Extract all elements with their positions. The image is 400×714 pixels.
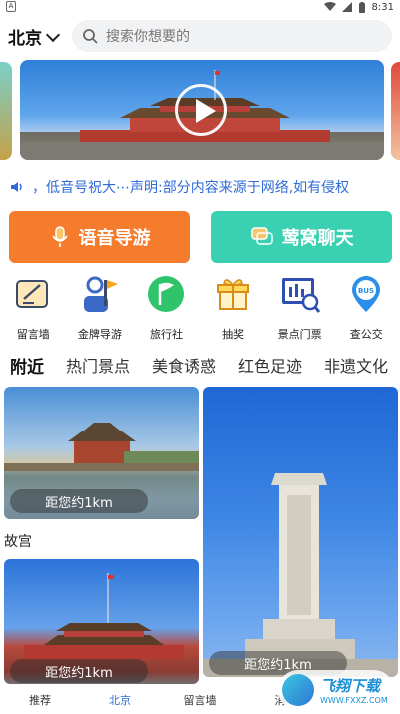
- chat-bubble-icon: [250, 227, 273, 245]
- site-watermark: 飞翔下载 WWW.FXXZ.COM: [278, 670, 394, 710]
- quick-link-label: 抽奖: [222, 328, 245, 341]
- quick-link-tickets[interactable]: 景点门票: [266, 274, 333, 344]
- tab-message-board[interactable]: 留言墙: [160, 692, 240, 708]
- bus-icon: BUS: [346, 274, 386, 314]
- tab-red-tourism[interactable]: 红色足迹: [238, 353, 302, 377]
- watermark-text: 飞翔下载 WWW.FXXZ.COM: [320, 675, 388, 705]
- chat-label: 莺窝聊天: [281, 228, 354, 249]
- search-icon: [83, 29, 98, 44]
- banner-prev-slide[interactable]: [0, 62, 12, 160]
- flag-icon: [146, 274, 186, 314]
- feed-card-title[interactable]: 故宫: [4, 531, 32, 551]
- distance-badge: 距您约1km: [10, 659, 148, 683]
- battery-icon: [358, 1, 365, 13]
- message-board-icon: [13, 274, 53, 314]
- watermark-url: WWW.FXXZ.COM: [320, 696, 388, 705]
- watermark-logo-icon: [282, 674, 314, 706]
- watermark-name: 飞翔下载: [320, 677, 381, 695]
- status-right: 8:31: [323, 0, 394, 14]
- quick-links: 留言墙 金牌导游 旅行社 抽奖 景点门票 BUS 查公交: [0, 274, 400, 344]
- quick-link-label: 查公交: [349, 328, 383, 341]
- feed-card[interactable]: 距您约1km: [4, 387, 199, 519]
- city-label: 北京: [8, 29, 42, 49]
- chat-button[interactable]: 莺窝聊天: [211, 211, 392, 263]
- feed-card[interactable]: 距您约1km: [203, 387, 398, 677]
- play-icon[interactable]: [175, 84, 227, 136]
- svg-text:BUS: BUS: [358, 287, 374, 295]
- clock: 8:31: [371, 1, 394, 13]
- quick-link-message-board[interactable]: 留言墙: [0, 274, 67, 344]
- banner-next-slide[interactable]: [391, 62, 400, 160]
- tab-hot-spots[interactable]: 热门景点: [66, 353, 130, 377]
- chevron-down-icon: [45, 27, 61, 42]
- wifi-icon: [323, 2, 336, 11]
- search-bar[interactable]: 搜索你想要的: [72, 20, 392, 52]
- speaker-icon: [11, 182, 22, 192]
- quick-link-guide[interactable]: 金牌导游: [67, 274, 134, 344]
- notification-icon: A: [6, 1, 16, 12]
- notice-bar[interactable]: ，低音号祝大⋯声明:部分内容来源于网络,如有侵权: [0, 172, 400, 202]
- guide-icon: [80, 274, 120, 314]
- screen: A 8:31 北京 搜索你想要的 ，低音号祝大⋯声明:部分内容来源于网络,如有侵…: [0, 0, 400, 714]
- header: 北京 搜索你想要的: [0, 18, 400, 54]
- category-tabs: 附近 热门景点 美食诱惑 红色足迹 非遗文化: [0, 350, 400, 380]
- banner-video[interactable]: [20, 60, 384, 160]
- feed-card[interactable]: 距您约1km: [4, 559, 199, 684]
- quick-link-lottery[interactable]: 抽奖: [200, 274, 267, 344]
- tab-recommend[interactable]: 推荐: [0, 692, 80, 708]
- distance-badge: 距您约1km: [10, 489, 148, 513]
- audio-guide-label: 语音导游: [78, 228, 151, 249]
- monument-illustration: [203, 473, 398, 677]
- quick-link-label: 景点门票: [277, 328, 322, 341]
- quick-link-travel-agency[interactable]: 旅行社: [133, 274, 200, 344]
- notice-text: ，低音号祝大⋯声明:部分内容来源于网络,如有侵权: [32, 180, 350, 196]
- search-placeholder: 搜索你想要的: [106, 29, 190, 45]
- microphone-icon: [51, 226, 68, 247]
- audio-guide-button[interactable]: 语音导游: [9, 211, 190, 263]
- quick-link-label: 旅行社: [149, 328, 183, 341]
- signal-icon: [341, 2, 352, 12]
- city-selector[interactable]: 北京: [8, 24, 61, 49]
- gift-icon: [213, 274, 253, 314]
- tab-heritage[interactable]: 非遗文化: [324, 353, 388, 377]
- tab-nearby[interactable]: 附近: [10, 353, 44, 378]
- ticket-icon: [280, 274, 320, 314]
- quick-link-bus[interactable]: BUS 查公交: [333, 274, 400, 344]
- tab-beijing[interactable]: 北京: [80, 692, 160, 708]
- tab-food[interactable]: 美食诱惑: [152, 353, 216, 377]
- status-bar: A 8:31: [0, 0, 400, 14]
- quick-link-label: 金牌导游: [77, 328, 122, 341]
- quick-link-label: 留言墙: [16, 328, 50, 341]
